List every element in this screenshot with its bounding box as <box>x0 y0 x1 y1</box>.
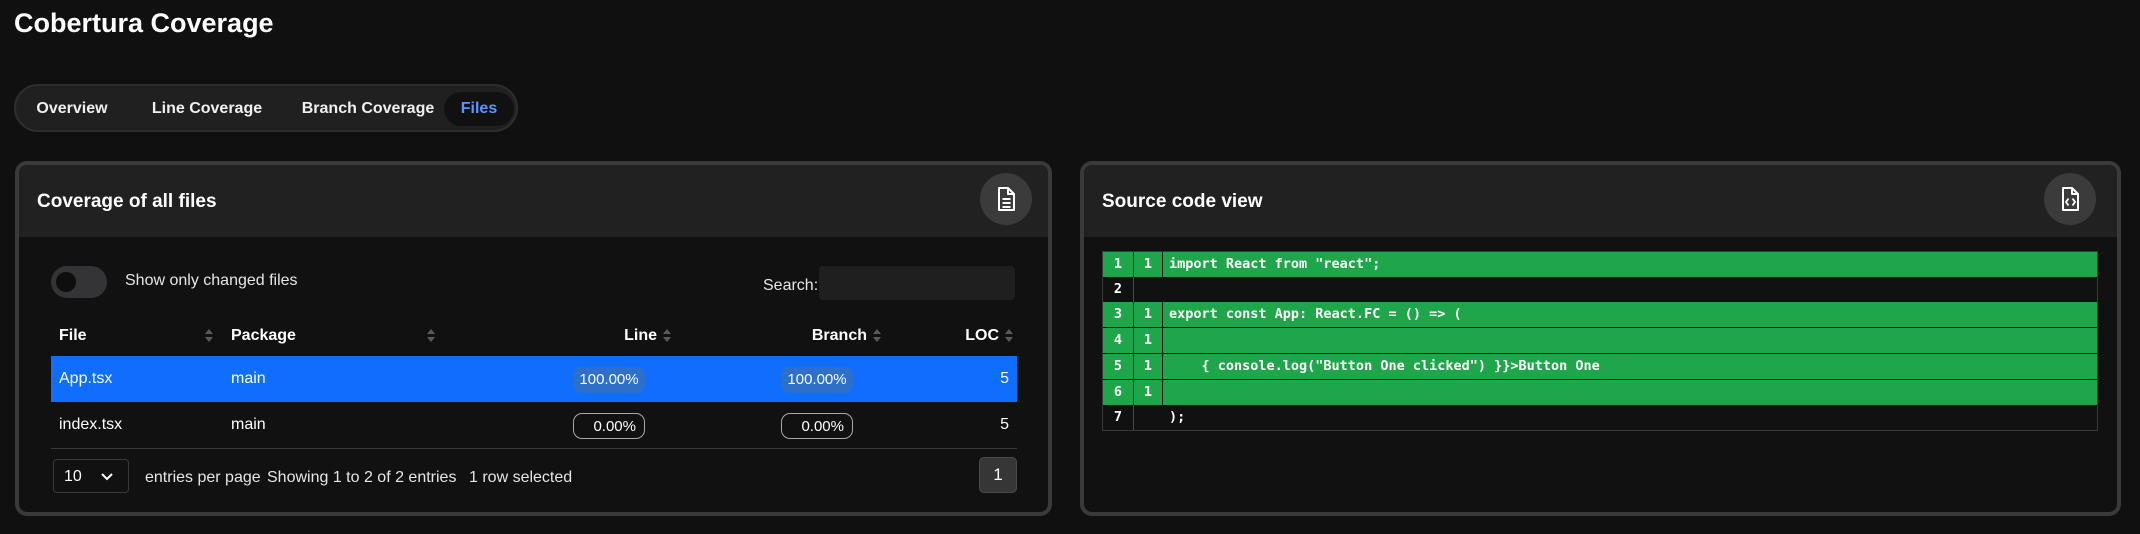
column-header-line[interactable]: Line <box>571 316 671 356</box>
code-line: 2 <box>1103 277 2097 302</box>
changed-files-toggle[interactable] <box>51 266 107 298</box>
line-number: 4 <box>1103 328 1134 353</box>
code-text: ); <box>1169 409 1186 425</box>
toggle-knob <box>56 272 76 292</box>
sort-icon <box>427 329 435 343</box>
code-line: 5 1 { console.log("Button One clicked") … <box>1103 353 2097 379</box>
file-name[interactable]: App.tsx <box>59 356 112 402</box>
entries-per-page-select[interactable]: 10 <box>53 459 129 493</box>
search-label: Search: <box>763 277 819 294</box>
line-coverage-badge: 100.00% <box>573 367 645 393</box>
source-card-header: Source code view <box>1084 165 2117 237</box>
line-number: 1 <box>1103 252 1134 277</box>
hit-count: 1 <box>1134 380 1163 405</box>
column-header-branch[interactable]: Branch <box>751 316 881 356</box>
column-header-file[interactable]: File <box>59 316 213 356</box>
page-title: Cobertura Coverage <box>14 8 274 38</box>
code-line: 1 1 import React from "react"; <box>1103 252 2097 277</box>
file-name[interactable]: index.tsx <box>59 402 122 448</box>
hit-count: 1 <box>1134 252 1163 277</box>
table-header: File Package Line Branch LOC <box>51 316 1017 356</box>
tab-overview[interactable]: Overview <box>24 92 120 126</box>
search-input[interactable] <box>819 266 1015 300</box>
code-line: 4 1 <box>1103 327 2097 353</box>
code-text: { console.log("Button One clicked") }}>B… <box>1169 358 1600 374</box>
tab-branch-coverage[interactable]: Branch Coverage <box>288 92 448 126</box>
branch-coverage-badge: 0.00% <box>781 413 853 439</box>
hit-count: 1 <box>1134 354 1163 379</box>
package-name: main <box>231 416 266 433</box>
entries-label: entries per page <box>145 469 261 486</box>
files-card-header: Coverage of all files <box>19 165 1048 237</box>
column-header-loc[interactable]: LOC <box>911 316 1013 356</box>
sort-icon <box>1005 328 1013 343</box>
file-code-icon[interactable] <box>2044 173 2096 225</box>
line-number: 2 <box>1103 277 1134 302</box>
line-number: 5 <box>1103 354 1134 379</box>
branch-coverage-badge: 100.00% <box>781 367 853 393</box>
files-card: Coverage of all files Show only changed … <box>15 161 1052 516</box>
line-number: 6 <box>1103 380 1134 405</box>
chevron-down-icon <box>101 473 113 481</box>
code-line: 6 1 <box>1103 379 2097 405</box>
file-text-icon[interactable] <box>980 173 1032 225</box>
line-number: 3 <box>1103 302 1134 327</box>
tab-line-coverage[interactable]: Line Coverage <box>142 92 272 126</box>
table-row[interactable]: index.tsx main 0.00% 0.00% 5 <box>51 402 1017 449</box>
line-number: 7 <box>1103 405 1134 430</box>
code-text: import React from "react"; <box>1169 256 1381 272</box>
column-header-package[interactable]: Package <box>231 316 435 356</box>
entries-value: 10 <box>64 468 82 485</box>
files-card-title: Coverage of all files <box>37 191 217 212</box>
package-name: main <box>231 370 266 387</box>
pagination-page-1[interactable]: 1 <box>979 457 1017 493</box>
sort-icon <box>663 328 671 343</box>
code-line: 3 1 export const App: React.FC = () => ( <box>1103 302 2097 327</box>
selection-info: 1 row selected <box>469 469 573 486</box>
code-text: export const App: React.FC = () => ( <box>1169 306 1462 322</box>
sort-icon <box>873 328 881 343</box>
source-card-title: Source code view <box>1102 191 1263 212</box>
table-row[interactable]: App.tsx main 100.00% 100.00% 5 <box>51 356 1017 402</box>
source-card: Source code view 1 1 import React from "… <box>1080 161 2121 516</box>
tab-bar: Overview Line Coverage Branch Coverage F… <box>14 84 518 132</box>
hit-count: 1 <box>1134 302 1163 327</box>
line-coverage-badge: 0.00% <box>573 413 645 439</box>
source-code-block: 1 1 import React from "react"; 2 3 1 exp… <box>1102 251 2098 431</box>
code-line: 7 ); <box>1103 405 2097 430</box>
toggle-label: Show only changed files <box>125 272 298 289</box>
sort-icon <box>205 329 213 343</box>
loc-value: 5 <box>1000 416 1009 433</box>
showing-info: Showing 1 to 2 of 2 entries <box>267 469 457 486</box>
hit-count: 1 <box>1134 328 1163 353</box>
tab-files[interactable]: Files <box>444 92 514 126</box>
loc-value: 5 <box>1000 370 1009 387</box>
